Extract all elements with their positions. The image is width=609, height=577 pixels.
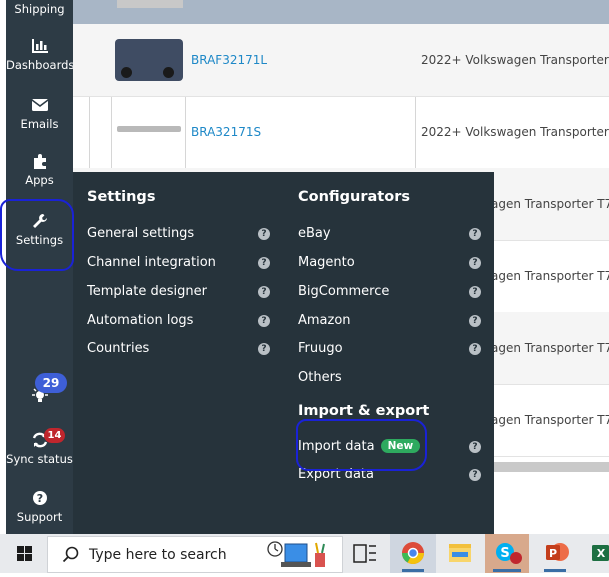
- annotation-circle-settings: [0, 199, 74, 271]
- task-view-icon: [353, 544, 376, 563]
- product-thumbnail: [115, 39, 183, 81]
- product-thumbnail: [117, 126, 181, 132]
- excel-icon: X: [592, 545, 609, 561]
- taskbar-app-excel[interactable]: X: [582, 534, 609, 573]
- notification-count-badge: 29: [35, 373, 67, 393]
- menu-item-bigcommerce[interactable]: BigCommerce: [298, 284, 389, 299]
- annotation-circle-import-data: [296, 419, 427, 471]
- taskbar-app-chrome[interactable]: [390, 534, 436, 573]
- vehicle-fitment: agen Transporter T7: [491, 197, 609, 211]
- sidebar-item-label: Apps: [25, 173, 54, 187]
- menu-item-fruugo[interactable]: Fruugo: [298, 341, 343, 356]
- help-icon[interactable]: ?: [258, 286, 270, 298]
- sidebar-item-label: Shipping: [14, 2, 65, 16]
- svg-text:S: S: [500, 546, 509, 561]
- envelope-icon: [31, 99, 48, 111]
- skype-icon: S: [493, 543, 522, 572]
- menu-item-ebay[interactable]: eBay: [298, 226, 331, 241]
- sku-link[interactable]: BRA32171S: [191, 125, 261, 139]
- menu-item-amazon[interactable]: Amazon: [298, 313, 351, 328]
- help-icon[interactable]: ?: [469, 315, 481, 327]
- search-icon: [62, 546, 79, 563]
- windows-logo-icon: [17, 546, 32, 561]
- folder-icon: [449, 544, 471, 562]
- import-export-heading: Import & export: [298, 403, 430, 419]
- search-placeholder: Type here to search: [89, 547, 227, 563]
- menu-item-channel-integration[interactable]: Channel integration: [87, 255, 216, 270]
- help-icon[interactable]: ?: [469, 469, 481, 481]
- sidebar-item-label: Support: [16, 510, 63, 524]
- table-row[interactable]: BRA32171S 2022+ Volkswagen Transporter T…: [73, 96, 609, 169]
- vehicle-fitment: 2022+ Volkswagen Transporter T7: [421, 125, 609, 139]
- task-view-button[interactable]: [343, 534, 387, 573]
- sidebar-item-support[interactable]: ? Support: [6, 489, 73, 524]
- powerpoint-icon: P: [544, 543, 569, 572]
- help-icon[interactable]: ?: [258, 228, 270, 240]
- menu-item-general-settings[interactable]: General settings: [87, 226, 194, 241]
- vehicle-fitment: agen Transporter T7: [491, 269, 609, 283]
- svg-text:X: X: [597, 547, 606, 560]
- search-highlight-icon: [267, 541, 325, 567]
- table-row[interactable]: BRAF32171L 2022+ Volkswagen Transporter …: [73, 24, 609, 97]
- vehicle-fitment: agen Transporter T7: [491, 413, 609, 427]
- sidebar-item-apps[interactable]: Apps: [6, 152, 73, 187]
- sidebar-item-label: Sync status: [6, 452, 73, 466]
- sidebar-item-label: Dashboards: [6, 58, 75, 72]
- start-button[interactable]: [2, 534, 46, 573]
- question-icon: ?: [32, 491, 47, 505]
- svg-text:P: P: [549, 547, 557, 560]
- help-icon[interactable]: ?: [258, 315, 270, 327]
- configurators-heading: Configurators: [298, 189, 410, 205]
- help-icon[interactable]: ?: [469, 343, 481, 355]
- settings-heading: Settings: [87, 189, 156, 205]
- sync-count-badge: 14: [44, 428, 65, 443]
- help-icon[interactable]: ?: [469, 257, 481, 269]
- sidebar-item-label: Emails: [20, 117, 59, 131]
- chrome-icon: [402, 542, 424, 572]
- menu-item-automation-logs[interactable]: Automation logs: [87, 313, 193, 328]
- help-icon[interactable]: ?: [258, 257, 270, 269]
- table-footer: [494, 472, 609, 534]
- sidebar-item-shipping[interactable]: Shipping: [6, 2, 73, 16]
- menu-item-others[interactable]: Others: [298, 370, 342, 385]
- vehicle-fitment: agen Transporter T7: [491, 341, 609, 355]
- table-row: [73, 0, 609, 24]
- settings-flyout-menu: Settings General settings Channel integr…: [73, 172, 494, 534]
- help-icon[interactable]: ?: [258, 343, 270, 355]
- product-thumbnail: [117, 0, 183, 8]
- help-icon[interactable]: ?: [469, 286, 481, 298]
- sku-link[interactable]: BRAF32171L: [191, 53, 267, 67]
- menu-item-template-designer[interactable]: Template designer: [87, 284, 207, 299]
- vehicle-fitment: 2022+ Volkswagen Transporter T7: [421, 53, 609, 67]
- sidebar-item-emails[interactable]: Emails: [6, 96, 73, 131]
- menu-item-countries[interactable]: Countries: [87, 341, 149, 356]
- taskbar-app-powerpoint[interactable]: P: [534, 534, 578, 573]
- taskbar-app-file-explorer[interactable]: [438, 534, 482, 573]
- horizontal-scrollbar[interactable]: [494, 462, 609, 472]
- taskbar-search-box[interactable]: Type here to search: [47, 536, 343, 573]
- bar-chart-icon: [31, 39, 48, 53]
- menu-item-magento[interactable]: Magento: [298, 255, 355, 270]
- puzzle-icon: [33, 154, 46, 169]
- sidebar-item-dashboards[interactable]: Dashboards: [6, 37, 75, 72]
- svg-text:?: ?: [36, 492, 42, 505]
- help-icon[interactable]: ?: [469, 441, 481, 453]
- taskbar-app-skype[interactable]: S: [485, 534, 529, 573]
- help-icon[interactable]: ?: [469, 228, 481, 240]
